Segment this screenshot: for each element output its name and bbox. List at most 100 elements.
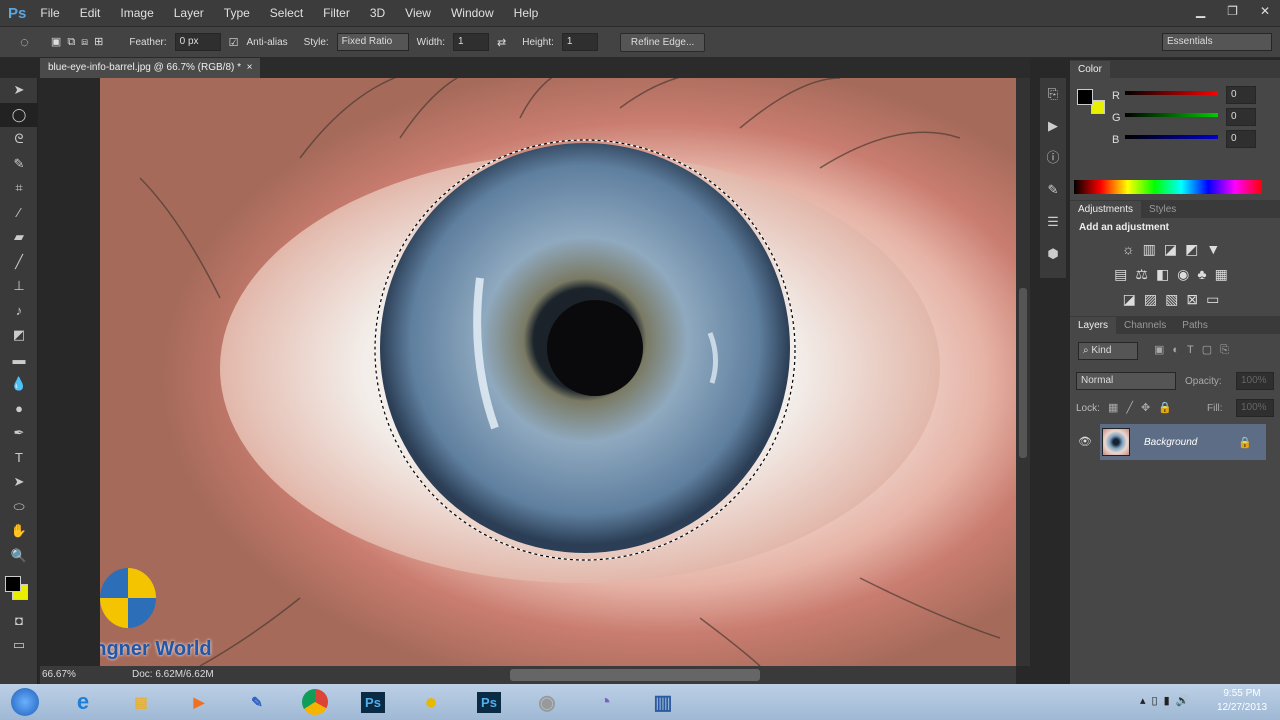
fill-input[interactable]: 100% bbox=[1236, 399, 1274, 417]
layer-name[interactable]: Background bbox=[1144, 437, 1238, 448]
lock-icons[interactable]: ▦╱✥🔒 bbox=[1108, 401, 1180, 414]
background-color-swatch[interactable] bbox=[1091, 100, 1105, 114]
horizontal-scrollbar[interactable] bbox=[510, 669, 760, 681]
b-input[interactable]: 0 bbox=[1226, 130, 1256, 148]
selection-mode-icons[interactable]: ▣⧉⧈⊞ bbox=[51, 35, 109, 49]
tab-styles[interactable]: Styles bbox=[1141, 201, 1184, 218]
app-icon[interactable]: ✎ bbox=[232, 686, 282, 718]
elliptical-marquee-tool-icon[interactable]: ◯ bbox=[0, 102, 38, 127]
swap-icon[interactable]: ⇄ bbox=[497, 36, 506, 49]
zoom-tool-icon[interactable]: 🔍 bbox=[0, 544, 38, 569]
blur-tool-icon[interactable]: 💧 bbox=[0, 372, 38, 397]
video-app-icon[interactable]: ▥ bbox=[638, 686, 688, 718]
width-input[interactable]: 1 bbox=[453, 33, 490, 51]
lasso-tool-icon[interactable]: ᘓ bbox=[0, 127, 38, 152]
color-swatches[interactable] bbox=[0, 568, 37, 608]
tab-channels[interactable]: Channels bbox=[1116, 317, 1174, 334]
clone-stamp-tool-icon[interactable]: ⊥ bbox=[0, 274, 38, 299]
tab-paths[interactable]: Paths bbox=[1174, 317, 1216, 334]
type-tool-icon[interactable]: T bbox=[0, 446, 38, 471]
menu-image[interactable]: Image bbox=[120, 6, 153, 20]
browser-app-icon[interactable]: ◔ bbox=[580, 686, 630, 718]
path-selection-tool-icon[interactable]: ➤ bbox=[0, 470, 38, 495]
minimize-icon[interactable]: ▁ bbox=[1196, 4, 1205, 18]
eyedropper-tool-icon[interactable]: ⁄ bbox=[0, 201, 38, 226]
ellipse-tool-icon[interactable]: ⬭ bbox=[0, 495, 38, 520]
elliptical-marquee-icon[interactable]: ◌ bbox=[20, 34, 29, 51]
refine-edge-button[interactable]: Refine Edge... bbox=[619, 32, 706, 52]
vertical-scrollbar[interactable] bbox=[1016, 78, 1030, 666]
feather-input[interactable]: 0 px bbox=[174, 33, 221, 51]
menu-layer[interactable]: Layer bbox=[174, 6, 204, 20]
watermark-logo: Desingner World bbox=[100, 568, 220, 660]
opacity-input[interactable]: 100% bbox=[1236, 372, 1274, 390]
speaker-app-icon[interactable]: ◉ bbox=[522, 686, 572, 718]
menu-view[interactable]: View bbox=[405, 6, 431, 20]
r-slider[interactable] bbox=[1125, 91, 1218, 95]
close-tab-icon[interactable]: × bbox=[244, 62, 253, 73]
quick-selection-tool-icon[interactable]: ✎ bbox=[0, 152, 38, 177]
dodge-tool-icon[interactable]: ● bbox=[0, 397, 38, 422]
quick-mask-icon[interactable]: ◘ bbox=[0, 608, 38, 633]
color-spectrum[interactable] bbox=[1074, 180, 1262, 194]
actions-icon[interactable]: ▶ bbox=[1040, 110, 1066, 142]
screen-mode-icon[interactable]: ▭ bbox=[0, 633, 38, 658]
internet-explorer-icon[interactable]: e bbox=[58, 686, 108, 718]
height-input[interactable]: 1 bbox=[561, 33, 598, 51]
antialias-checkbox[interactable]: ☑ bbox=[229, 36, 239, 49]
menu-file[interactable]: File bbox=[40, 6, 59, 20]
menu-select[interactable]: Select bbox=[270, 6, 303, 20]
eye-photo[interactable]: Desingner World bbox=[100, 78, 1016, 666]
photoshop-taskbar-icon[interactable]: Ps bbox=[348, 686, 398, 718]
healing-brush-tool-icon[interactable]: ▰ bbox=[0, 225, 38, 250]
tab-adjustments[interactable]: Adjustments bbox=[1070, 201, 1142, 218]
menu-edit[interactable]: Edit bbox=[80, 6, 101, 20]
photoshop-active-taskbar-icon[interactable]: Ps bbox=[464, 686, 514, 718]
properties-icon[interactable]: ☰ bbox=[1040, 206, 1066, 238]
r-input[interactable]: 0 bbox=[1226, 86, 1256, 104]
blend-mode-select[interactable]: Normal bbox=[1076, 372, 1176, 390]
brush-tool-icon[interactable]: ╱ bbox=[0, 250, 38, 275]
clock[interactable]: 9:55 PM 12/27/2013 bbox=[1212, 688, 1272, 713]
brush-presets-icon[interactable]: ✎ bbox=[1040, 174, 1066, 206]
style-select[interactable]: Fixed Ratio bbox=[336, 33, 409, 51]
tray-icons[interactable]: ▴▯▮🔊 bbox=[1140, 694, 1195, 707]
g-slider[interactable] bbox=[1125, 113, 1218, 117]
history-brush-tool-icon[interactable]: ♪ bbox=[0, 299, 38, 324]
file-explorer-icon[interactable]: ▤ bbox=[116, 686, 166, 718]
canvas-area[interactable]: Desingner World bbox=[40, 78, 1016, 666]
menu-type[interactable]: Type bbox=[224, 6, 250, 20]
3d-icon[interactable]: ⬢ bbox=[1040, 238, 1066, 270]
chrome-icon[interactable] bbox=[290, 686, 340, 718]
visibility-eye-icon[interactable]: 👁 bbox=[1070, 424, 1100, 460]
history-icon[interactable]: ⎘ bbox=[1040, 78, 1066, 110]
info-icon[interactable]: ⓘ bbox=[1040, 142, 1066, 174]
start-button[interactable] bbox=[0, 686, 50, 718]
workspace-select[interactable]: Essentials bbox=[1162, 33, 1272, 51]
document-tab[interactable]: blue-eye-info-barrel.jpg @ 66.7% (RGB/8)… bbox=[40, 58, 261, 78]
hand-tool-icon[interactable]: ✋ bbox=[0, 519, 38, 544]
b-slider[interactable] bbox=[1125, 135, 1218, 139]
move-tool-icon[interactable]: ➤ bbox=[0, 78, 38, 103]
menu-window[interactable]: Window bbox=[451, 6, 494, 20]
layer-filter-icons[interactable]: ▣◐T▢⎘ bbox=[1154, 343, 1237, 357]
menu-3d[interactable]: 3D bbox=[370, 6, 385, 20]
adjustment-icons[interactable]: ☼▥◪◩▼ ▤⚖◧◉♣▦ ◪▨▧⊠▭ bbox=[1070, 237, 1280, 312]
zoom-level[interactable]: 66.67% bbox=[42, 669, 76, 680]
menu-filter[interactable]: Filter bbox=[323, 6, 350, 20]
tab-layers[interactable]: Layers bbox=[1070, 317, 1117, 334]
pen-tool-icon[interactable]: ✒ bbox=[0, 421, 38, 446]
eraser-tool-icon[interactable]: ◩ bbox=[0, 323, 38, 348]
menu-help[interactable]: Help bbox=[514, 6, 539, 20]
layer-row-background[interactable]: 👁 Background 🔒 bbox=[1070, 424, 1266, 460]
crop-tool-icon[interactable]: ⌗ bbox=[0, 176, 38, 201]
g-input[interactable]: 0 bbox=[1226, 108, 1256, 126]
gradient-tool-icon[interactable]: ▬ bbox=[0, 348, 38, 373]
maximize-icon[interactable]: ❐ bbox=[1227, 4, 1238, 18]
tab-color[interactable]: Color bbox=[1070, 61, 1110, 78]
filter-kind-select[interactable]: ⌕ Kind bbox=[1078, 342, 1138, 360]
foreground-color-swatch[interactable] bbox=[1077, 89, 1093, 105]
app-circle-icon[interactable]: ● bbox=[406, 686, 456, 718]
media-player-icon[interactable]: ▶ bbox=[174, 686, 224, 718]
close-icon[interactable]: ✕ bbox=[1260, 4, 1270, 18]
